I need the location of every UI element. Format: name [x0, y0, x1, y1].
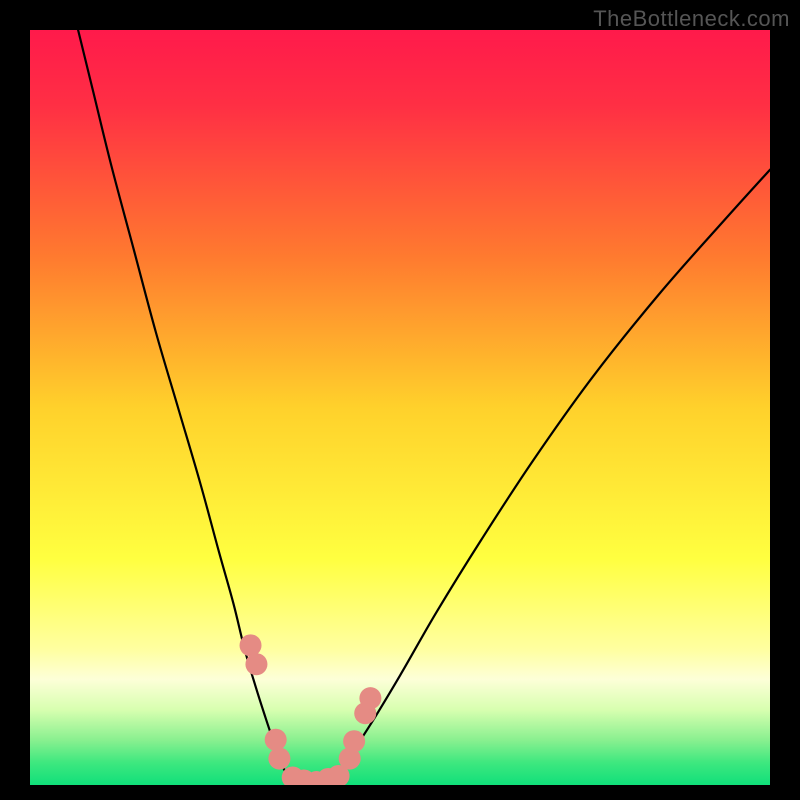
watermark-text: TheBottleneck.com	[593, 6, 790, 32]
bottleneck-chart	[30, 30, 770, 785]
data-marker	[343, 730, 365, 752]
data-marker	[359, 687, 381, 709]
data-marker	[265, 729, 287, 751]
data-marker	[240, 634, 262, 656]
chart-stage: TheBottleneck.com	[0, 0, 800, 800]
gradient-background	[30, 30, 770, 785]
data-marker	[245, 653, 267, 675]
data-marker	[268, 748, 290, 770]
